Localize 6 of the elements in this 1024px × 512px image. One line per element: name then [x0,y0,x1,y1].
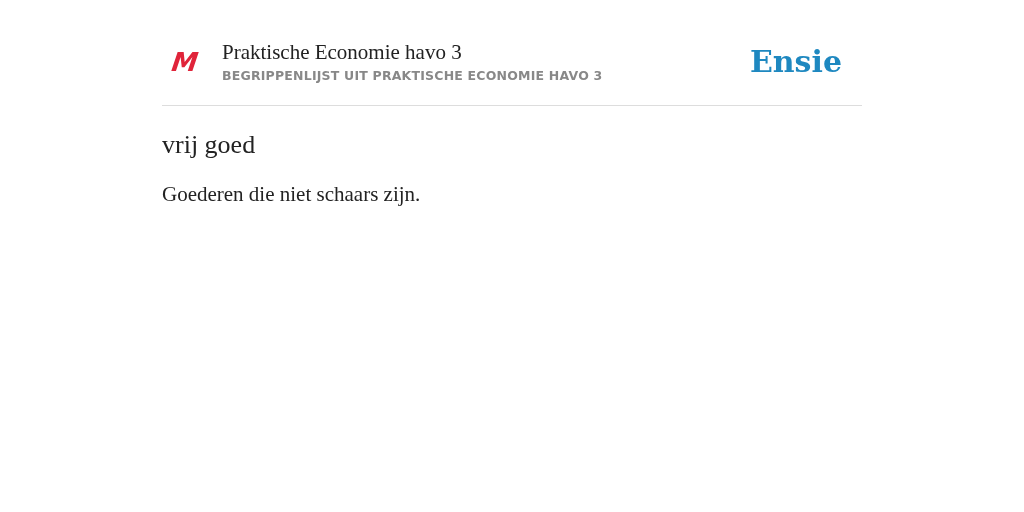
book-title: Praktische Economie havo 3 [222,40,463,65]
definition-text: Goederen die niet schaars zijn. [162,182,422,207]
site-logo-link[interactable]: Ensie [749,44,842,79]
book-subtitle: BEGRIPPENLIJST UIT PRAKTISCHE ECONOMIE HAVO 3 [222,68,604,83]
publisher-logo: M [170,48,200,75]
term-heading: vrij goed [162,130,257,160]
